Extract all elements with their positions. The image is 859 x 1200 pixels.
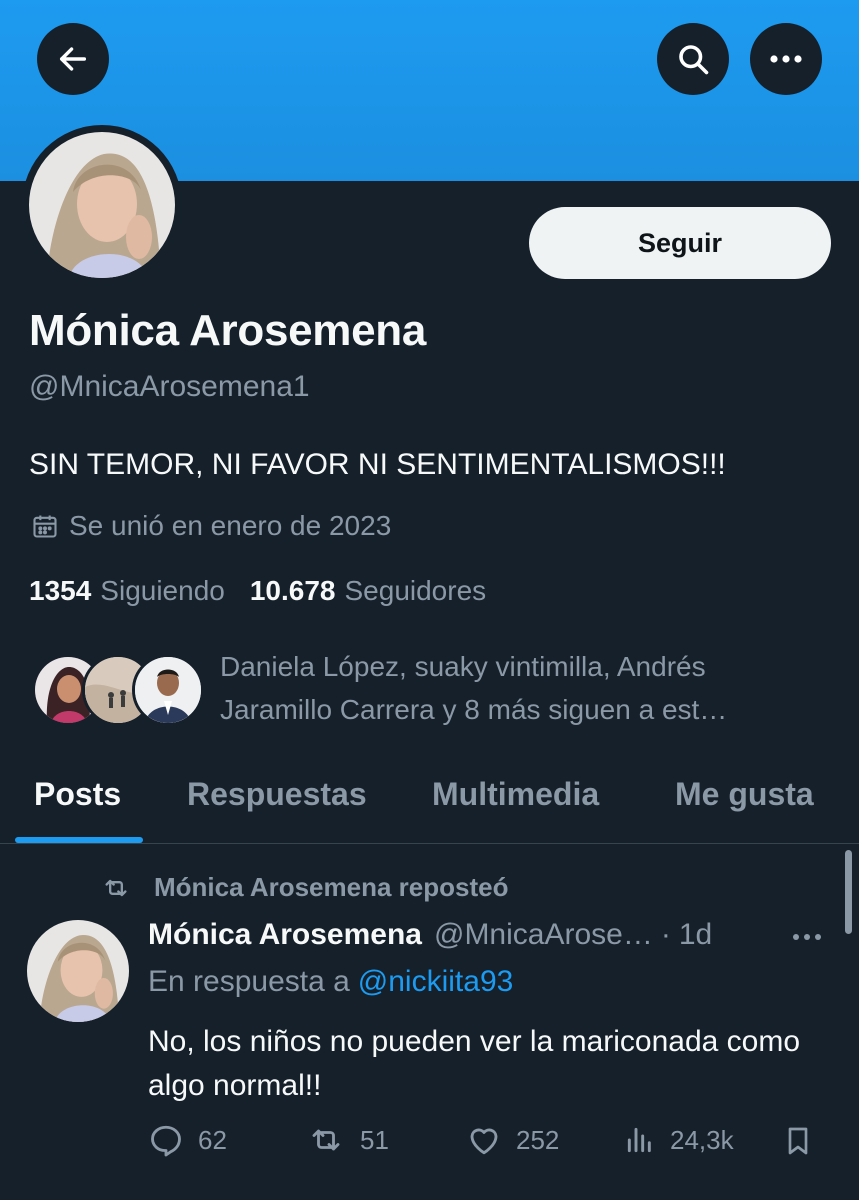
reply-button[interactable]: 62 [148, 1122, 227, 1158]
following-link[interactable]: 1354 Siguiendo [29, 575, 225, 607]
followers-label: Seguidores [344, 575, 487, 606]
back-button[interactable] [37, 23, 109, 95]
reply-count: 62 [198, 1124, 227, 1155]
view-count: 24,3k [670, 1124, 734, 1155]
profile-handle: @MnicaArosemena1 [29, 370, 310, 403]
followers-count: 10.678 [249, 575, 336, 606]
repost-icon [312, 1129, 340, 1151]
post-header: Mónica Arosemena @MnicaArose… · 1d [148, 918, 712, 952]
like-count: 252 [516, 1124, 560, 1155]
search-icon [679, 45, 709, 75]
repost-notice: Mónica Arosemena reposteó [100, 872, 508, 903]
post-more-button[interactable] [793, 934, 826, 940]
profile-stats: 1354 Siguiendo 10.678 Seguidores [29, 575, 486, 607]
repost-count: 51 [360, 1124, 389, 1155]
more-options-button[interactable] [750, 23, 822, 95]
active-tab-indicator [15, 837, 143, 843]
reply-mention-link[interactable]: @nickiita93 [358, 965, 514, 998]
post-author-name[interactable]: Mónica Arosemena [148, 918, 422, 952]
reply-icon [151, 1125, 181, 1157]
reply-context: En respuesta a @nickiita93 [148, 965, 513, 999]
followers-link[interactable]: 10.678 Seguidores [250, 575, 486, 607]
profile-name: Mónica Arosemena [29, 306, 427, 355]
post-separator: · [660, 918, 671, 951]
post-text: No, los niños no pueden ver la mariconad… [148, 1025, 801, 1102]
repost-icon [105, 879, 127, 896]
tab-me-gusta[interactable]: Me gusta [675, 776, 814, 813]
tab-respuestas[interactable]: Respuestas [187, 776, 367, 813]
tab-multimedia[interactable]: Multimedia [432, 776, 599, 813]
bookmark-button[interactable] [782, 1122, 828, 1160]
post-actions: 62 51 252 24,3k [148, 1122, 828, 1166]
post-author-avatar[interactable] [27, 920, 129, 1022]
search-button[interactable] [657, 23, 729, 95]
calendar-icon [33, 515, 57, 538]
profile-tabs: Posts Respuestas Multimedia Me gusta [0, 760, 859, 844]
views-button[interactable]: 24,3k [624, 1122, 734, 1158]
followed-by-text[interactable]: Daniela López, suaky vintimilla, Andrés … [220, 645, 820, 731]
like-button[interactable]: 252 [466, 1122, 559, 1158]
more-icon [770, 55, 802, 63]
arrow-left-icon [59, 47, 87, 71]
repost-button[interactable]: 51 [306, 1122, 389, 1158]
views-icon [627, 1127, 651, 1153]
following-label: Siguiendo [100, 575, 225, 606]
scrollbar[interactable] [845, 850, 852, 934]
tab-posts[interactable]: Posts [34, 776, 121, 813]
profile-avatar[interactable] [22, 125, 182, 285]
follower-avatar [132, 654, 204, 726]
followers-you-know-avatars[interactable] [32, 654, 204, 726]
follow-button[interactable]: Seguir [529, 207, 831, 279]
heart-icon [470, 1128, 498, 1155]
repost-notice-text: Mónica Arosemena reposteó [154, 872, 509, 902]
post-timestamp[interactable]: 1d [679, 918, 712, 952]
joined-text: Se unió en enero de 2023 [69, 510, 392, 541]
joined-date: Se unió en enero de 2023 [31, 510, 391, 542]
reply-prefix: En respuesta a [148, 965, 350, 998]
post-author-handle[interactable]: @MnicaArose… [434, 918, 653, 952]
bookmark-icon [788, 1127, 808, 1155]
following-count: 1354 [29, 575, 92, 606]
profile-bio: SIN TEMOR, NI FAVOR NI SENTIMENTALISMOS!… [29, 448, 726, 481]
